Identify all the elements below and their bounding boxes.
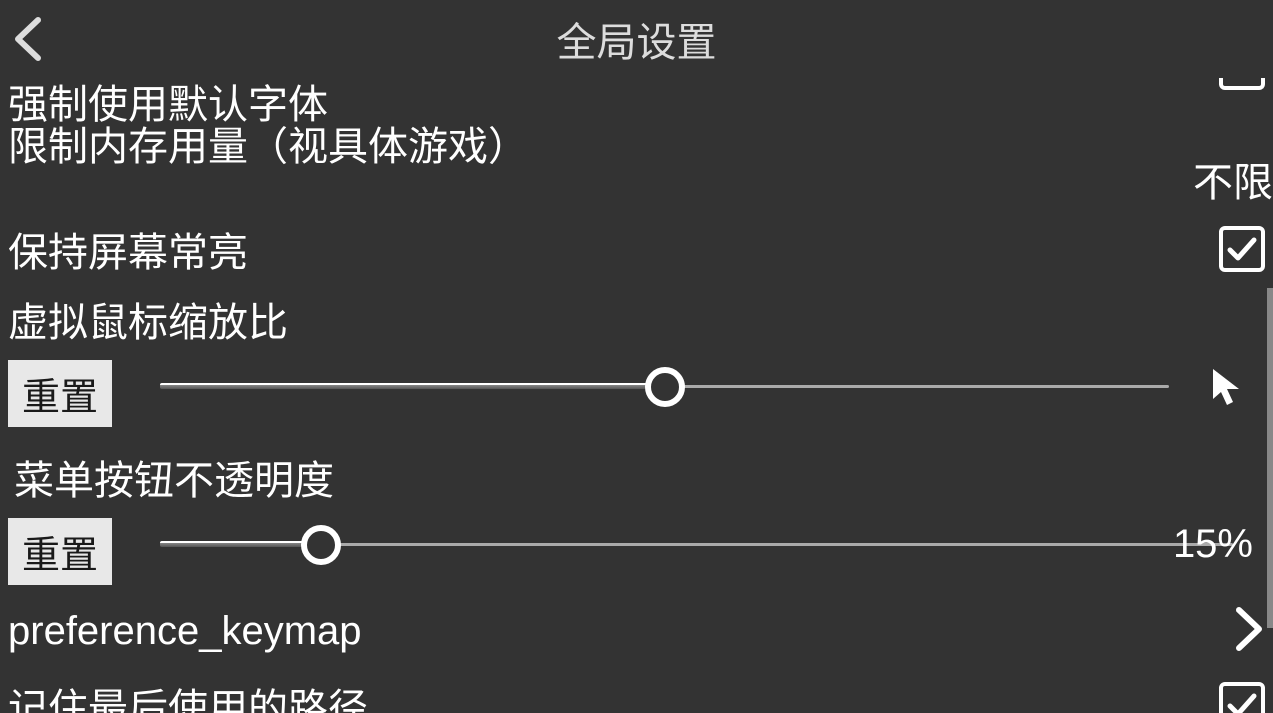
menu-opacity-value: 15% [1173,522,1253,567]
setting-mouse-scale-label: 虚拟鼠标缩放比 [0,290,1273,348]
setting-force-font-checkbox[interactable] [1219,78,1265,90]
setting-menu-opacity-label: 菜单按钮不透明度 [14,448,1273,506]
slider-thumb[interactable] [301,525,341,565]
menu-opacity-slider-row: 重置 15% [0,504,1273,585]
header: 全局设置 [0,0,1273,78]
mouse-scale-slider-row: 重置 [0,346,1273,427]
settings-content: 强制使用默认字体 限制内存用量（视具体游戏） 不限 保持屏幕常亮 虚拟鼠标缩放比… [0,78,1273,713]
setting-remember-path: 记住最后使用的路径 [0,676,1273,713]
setting-keymap[interactable]: preference_keymap [0,606,1273,657]
checkmark-icon [1225,232,1259,266]
setting-limit-memory-value: 不限 [1193,150,1273,208]
checkmark-icon [1225,688,1259,713]
slider-track-empty [321,543,1233,546]
chevron-right-icon [1233,606,1265,657]
menu-opacity-reset-button[interactable]: 重置 [8,518,112,585]
mouse-scale-reset-button[interactable]: 重置 [8,360,112,427]
setting-limit-memory-label: 限制内存用量（视具体游戏） [0,114,1273,172]
setting-remember-path-checkbox[interactable] [1219,682,1265,713]
slider-track-filled [160,383,664,389]
scrollbar[interactable] [1267,288,1273,628]
cursor-icon [1209,367,1249,407]
menu-opacity-slider[interactable] [160,541,1233,549]
setting-menu-opacity: 菜单按钮不透明度 [0,448,1273,506]
setting-keep-screen-on-checkbox[interactable] [1219,226,1265,272]
slider-track-empty [665,385,1169,388]
setting-remember-path-label: 记住最后使用的路径 [0,676,368,713]
setting-keep-screen-on-label: 保持屏幕常亮 [0,220,248,278]
slider-thumb[interactable] [645,367,685,407]
setting-keep-screen-on: 保持屏幕常亮 [0,220,1273,278]
back-icon[interactable] [8,14,48,69]
slider-track-filled [160,541,321,547]
mouse-scale-slider[interactable] [160,383,1169,391]
setting-keymap-label: preference_keymap [0,609,362,654]
setting-mouse-scale: 虚拟鼠标缩放比 [0,290,1273,348]
setting-limit-memory[interactable]: 限制内存用量（视具体游戏） [0,114,1273,172]
page-title: 全局设置 [557,10,717,68]
